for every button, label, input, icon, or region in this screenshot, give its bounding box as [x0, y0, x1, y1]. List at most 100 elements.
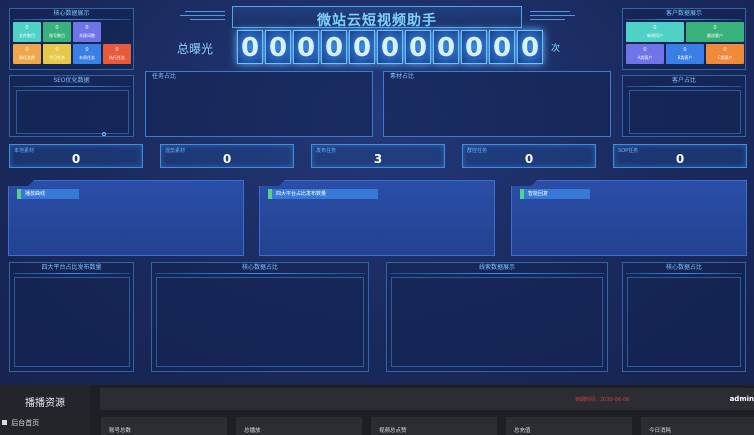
stat-card: 账号总数: [101, 417, 227, 435]
material-ratio-panel: 素材占比: [383, 71, 611, 137]
sidebar: 播播资源 后台首页: [0, 385, 90, 435]
kpi-card: SOP任务 0: [613, 144, 747, 168]
panel-title: 任务占比: [152, 73, 177, 80]
kpi-value: 0: [71, 152, 81, 166]
admin-app: 播播资源 后台首页 到期时间：2030-06-08 admin 账号总数 总播放视…: [0, 385, 754, 435]
kpi-value: 3: [373, 152, 383, 166]
tile-value: 0: [85, 47, 89, 53]
core-data-panel: 核心数据展示 0 文件数目 0 账号数目 0 关键词数 0 群任务数 0 今日任务 0 本周任务 0 执行…: [9, 8, 134, 70]
tile-value: 0: [683, 47, 687, 53]
kpi-card: 混剪素材 0: [160, 144, 294, 168]
task-ratio-panel: 任务占比: [145, 71, 373, 137]
chart-frame: [629, 90, 741, 134]
chart-frame: [156, 277, 364, 367]
kpi-value: 0: [524, 152, 534, 166]
tile-label: 群任务数: [19, 55, 35, 60]
tile-label: 跟进客户: [707, 33, 723, 38]
stat-card: 视频总点赞: [371, 417, 497, 435]
title-deco-left: [190, 19, 225, 20]
kpi-value: 0: [675, 152, 685, 166]
frame-dot: [102, 132, 106, 136]
stat-tile[interactable]: 0 群任务数: [13, 44, 41, 64]
stat-tile[interactable]: 0 今日任务: [43, 44, 71, 64]
kpi-card: 本地素材 0: [9, 144, 143, 168]
panel-title: 核心数据占比: [665, 264, 702, 271]
exposure-digit: 0: [237, 30, 263, 64]
kpi-value: 0: [222, 152, 232, 166]
panel-title: 核心数据展示: [53, 10, 90, 17]
exposure-digit: 0: [321, 30, 347, 64]
panel-title: SEO优化数据: [53, 77, 90, 84]
tile-label: 新增用户: [647, 33, 663, 38]
customer-tile[interactable]: 0 新增用户: [626, 22, 684, 42]
panel-divider: [390, 273, 604, 274]
customer-tile[interactable]: 0 B类客户: [666, 44, 704, 64]
tile-label: 文件数目: [19, 33, 35, 38]
panel-divider: [13, 273, 130, 274]
home-icon: [2, 420, 7, 425]
exposure-digit: 0: [377, 30, 403, 64]
tile-value: 0: [643, 47, 647, 53]
exposure-digit: 0: [489, 30, 515, 64]
exposure-unit: 次: [551, 44, 561, 54]
tile-label: 今日任务: [49, 55, 65, 60]
folder-tab[interactable]: 智能回复: [520, 189, 590, 199]
tile-label: 关键词数: [79, 33, 95, 38]
panel-divider: [13, 19, 130, 20]
stat-tile[interactable]: 0 账号数目: [43, 22, 71, 42]
top-bar: 到期时间：2030-06-08 admin: [100, 388, 754, 410]
chart-frame: [627, 277, 741, 367]
exposure-label: 总曝光: [177, 42, 214, 56]
user-menu[interactable]: admin: [730, 395, 754, 403]
panel-title: 素材占比: [390, 73, 415, 80]
chart-frame: [14, 277, 130, 367]
panel-title: 核心数据占比: [241, 264, 278, 271]
tile-value: 0: [653, 25, 657, 31]
exposure-digit: 0: [461, 30, 487, 64]
title-deco-left: [180, 15, 225, 16]
core-ratio-panel: 核心数据占比: [151, 262, 369, 372]
tile-label: 本周任务: [79, 55, 95, 60]
stat-tile[interactable]: 0 执行任务: [103, 44, 131, 64]
customer-ratio-panel: 客户占比: [622, 75, 746, 137]
customer-tile[interactable]: 0 C类客户: [706, 44, 744, 64]
exposure-digit: 0: [265, 30, 291, 64]
stat-tile[interactable]: 0 关键词数: [73, 22, 101, 42]
platform-ratio-panel: 四大平台占比发布数量: [9, 262, 134, 372]
tile-value: 0: [55, 47, 59, 53]
panel-divider: [155, 273, 365, 274]
title-banner: 微站云短视频助手: [232, 6, 522, 29]
sidebar-item-label: 后台首页: [11, 419, 40, 427]
panel-divider: [626, 86, 742, 87]
customer-tile[interactable]: 0 跟进客户: [686, 22, 744, 42]
folder-tab[interactable]: 四大平台占比发布数量: [268, 189, 378, 199]
stat-tile[interactable]: 0 本周任务: [73, 44, 101, 64]
panel-title: 客户数据展示: [665, 10, 702, 17]
tile-label: 执行任务: [109, 55, 125, 60]
tile-label: A类客户: [637, 55, 653, 60]
title-deco-right: [530, 15, 575, 16]
customer-tile[interactable]: 0 A类客户: [626, 44, 664, 64]
folder-panel: 播放曲线: [8, 180, 244, 256]
core-ratio-panel-2: 核心数据占比: [622, 262, 746, 372]
expiry-time: 到期时间：2030-06-08: [575, 397, 630, 403]
title-deco-right: [530, 19, 565, 20]
sidebar-item-home[interactable]: 后台首页: [2, 418, 39, 428]
stat-card: 今日消耗: [641, 417, 754, 435]
exposure-digit: 0: [405, 30, 431, 64]
tile-label: 账号数目: [49, 33, 65, 38]
panel-divider: [13, 86, 130, 87]
tile-label: B类客户: [677, 55, 693, 60]
panel-title: 客户占比: [671, 77, 696, 84]
stat-tile[interactable]: 0 文件数目: [13, 22, 41, 42]
tile-label: C类客户: [717, 55, 733, 60]
folder-tab[interactable]: 播放曲线: [17, 189, 79, 199]
panel-divider: [626, 19, 742, 20]
panel-title: 四大平台占比发布数量: [41, 264, 102, 271]
tile-value: 0: [25, 47, 29, 53]
stat-card: 总播放: [236, 417, 362, 435]
exposure-digit: 0: [293, 30, 319, 64]
exposure-digit: 0: [349, 30, 375, 64]
exposure-digit: 0: [433, 30, 459, 64]
title-deco-left: [185, 11, 225, 12]
